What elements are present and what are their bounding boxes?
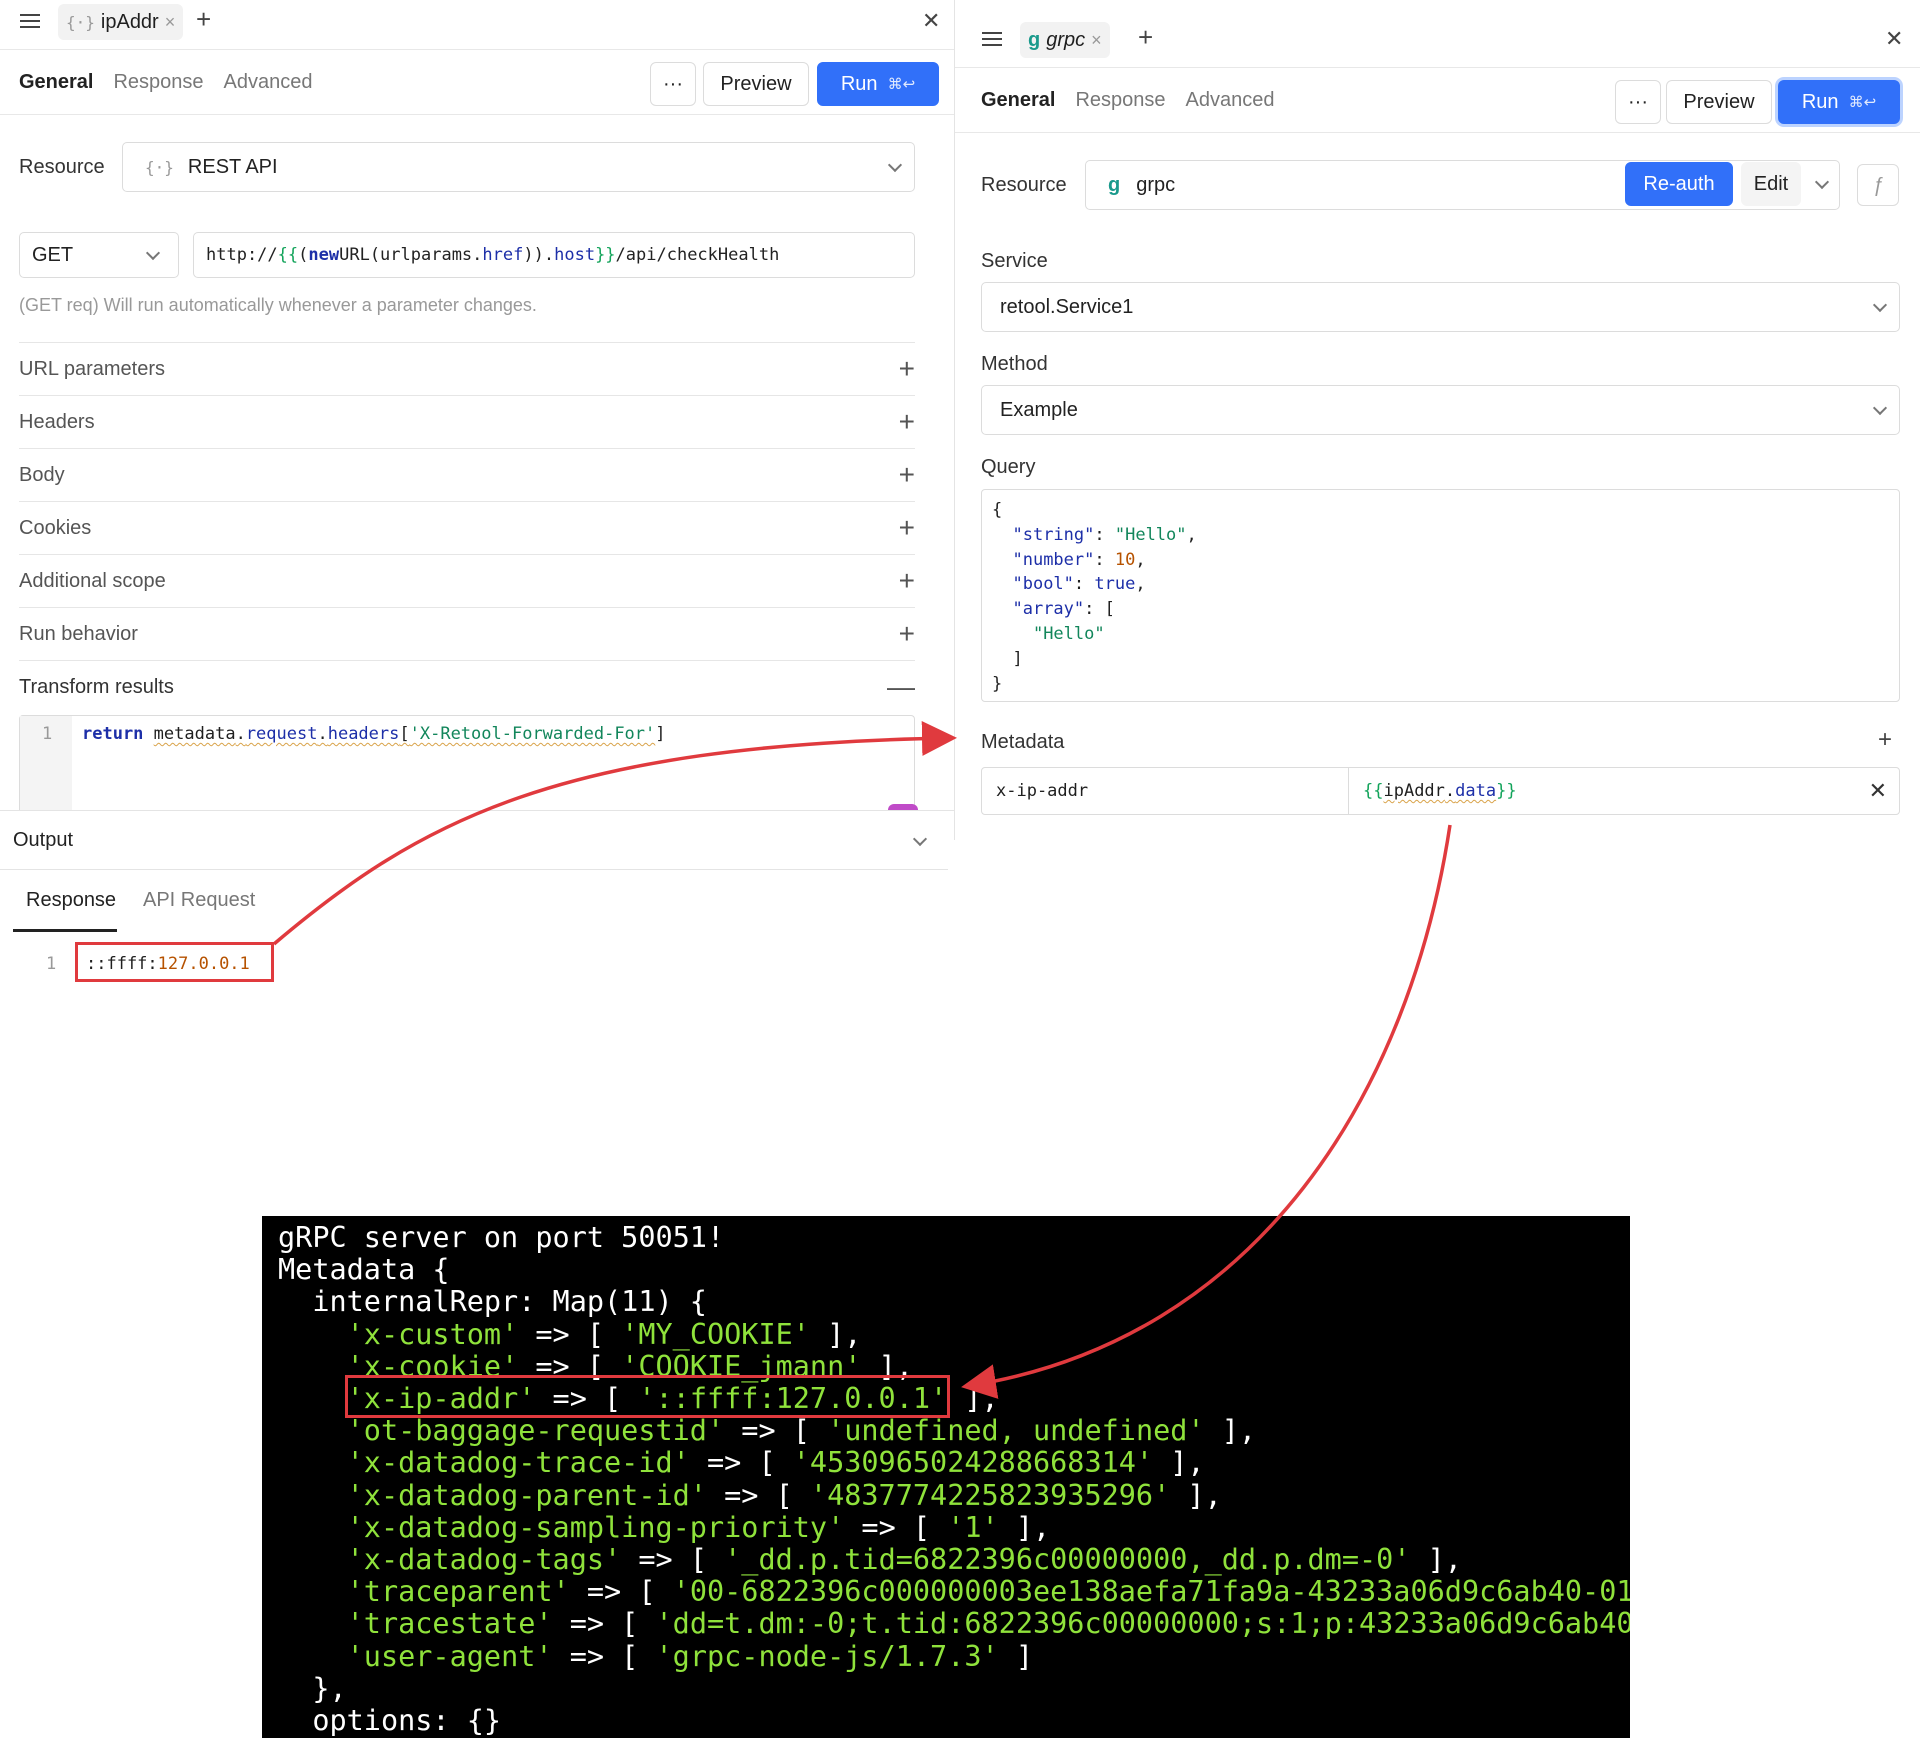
annotation-arrows [272, 721, 1452, 1399]
arrow-output-to-metadata [272, 721, 957, 946]
arrow-metadata-to-terminal [961, 824, 1452, 1399]
